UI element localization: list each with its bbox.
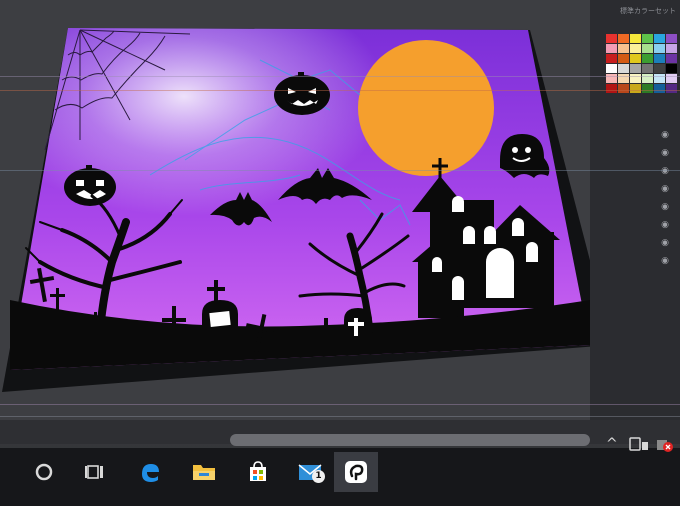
- screen-artifact: [0, 76, 680, 77]
- color-swatch[interactable]: [618, 54, 629, 63]
- task-view-button[interactable]: [74, 452, 118, 492]
- color-swatch[interactable]: [666, 84, 677, 93]
- file-explorer-button[interactable]: [182, 452, 226, 492]
- color-swatch[interactable]: [642, 34, 653, 43]
- color-swatch[interactable]: [630, 44, 641, 53]
- eye-icon[interactable]: ◉: [658, 220, 672, 230]
- color-swatch[interactable]: [666, 54, 677, 63]
- color-swatch[interactable]: [618, 34, 629, 43]
- color-swatch[interactable]: [618, 44, 629, 53]
- color-swatch[interactable]: [630, 54, 641, 63]
- color-swatch[interactable]: [654, 44, 665, 53]
- color-swatch[interactable]: [606, 54, 617, 63]
- eye-icon[interactable]: ◉: [658, 148, 672, 158]
- color-swatch[interactable]: [630, 64, 641, 73]
- store-icon: [250, 461, 266, 481]
- eye-icon[interactable]: ◉: [658, 238, 672, 248]
- eye-icon[interactable]: ◉: [658, 166, 672, 176]
- canvas-workspace[interactable]: [0, 0, 600, 420]
- mail-unread-badge: 1: [312, 470, 325, 483]
- eye-icon[interactable]: ◉: [658, 256, 672, 266]
- color-swatch[interactable]: [642, 54, 653, 63]
- cortana-button[interactable]: [22, 452, 66, 492]
- color-swatch[interactable]: [666, 44, 677, 53]
- eye-icon[interactable]: ◉: [658, 202, 672, 212]
- color-swatch[interactable]: [606, 44, 617, 53]
- layer-visibility-column: ◉ ◉ ◉ ◉ ◉ ◉ ◉ ◉: [644, 130, 676, 274]
- task-view-icon: [85, 465, 103, 479]
- notification-alert-icon[interactable]: [656, 436, 674, 454]
- horizontal-scrollbar-thumb[interactable]: [230, 434, 590, 446]
- color-swatch-grid: [606, 34, 678, 93]
- file-explorer-icon: [193, 465, 215, 480]
- clip-studio-icon: [345, 461, 367, 483]
- color-swatch[interactable]: [606, 64, 617, 73]
- color-swatch[interactable]: [654, 84, 665, 93]
- moon: [358, 40, 494, 176]
- color-swatch[interactable]: [666, 34, 677, 43]
- cortana-icon: [35, 463, 53, 481]
- mail-button[interactable]: [288, 452, 332, 492]
- color-swatch[interactable]: [606, 84, 617, 93]
- color-swatch[interactable]: [654, 64, 665, 73]
- color-swatch[interactable]: [642, 84, 653, 93]
- device-tray-icon[interactable]: [628, 434, 654, 454]
- edge-button[interactable]: [128, 452, 172, 492]
- color-swatch[interactable]: [642, 44, 653, 53]
- color-swatch[interactable]: [654, 34, 665, 43]
- color-swatch[interactable]: [606, 34, 617, 43]
- eye-icon[interactable]: ◉: [658, 184, 672, 194]
- monitor-screen: 標準カラーセット ◉ ◉ ◉ ◉ ◉ ◉ ◉ ◉ 1 ^: [0, 0, 680, 506]
- clip-studio-button[interactable]: [334, 452, 378, 492]
- screen-artifact: [0, 416, 680, 417]
- color-swatch[interactable]: [630, 84, 641, 93]
- show-hidden-icons-chevron[interactable]: ^: [606, 436, 618, 452]
- color-swatch[interactable]: [666, 64, 677, 73]
- screen-artifact: [0, 170, 680, 171]
- panel-title: 標準カラーセット: [620, 7, 676, 15]
- color-swatch[interactable]: [618, 84, 629, 93]
- color-swatch[interactable]: [642, 64, 653, 73]
- edge-icon: [142, 464, 159, 482]
- halloween-illustration[interactable]: [0, 0, 600, 420]
- screen-artifact: [0, 90, 680, 91]
- color-swatch[interactable]: [654, 54, 665, 63]
- screen-artifact: [0, 404, 680, 405]
- store-button[interactable]: [236, 452, 280, 492]
- color-swatch[interactable]: [630, 34, 641, 43]
- color-swatch[interactable]: [618, 64, 629, 73]
- eye-icon[interactable]: ◉: [658, 130, 672, 140]
